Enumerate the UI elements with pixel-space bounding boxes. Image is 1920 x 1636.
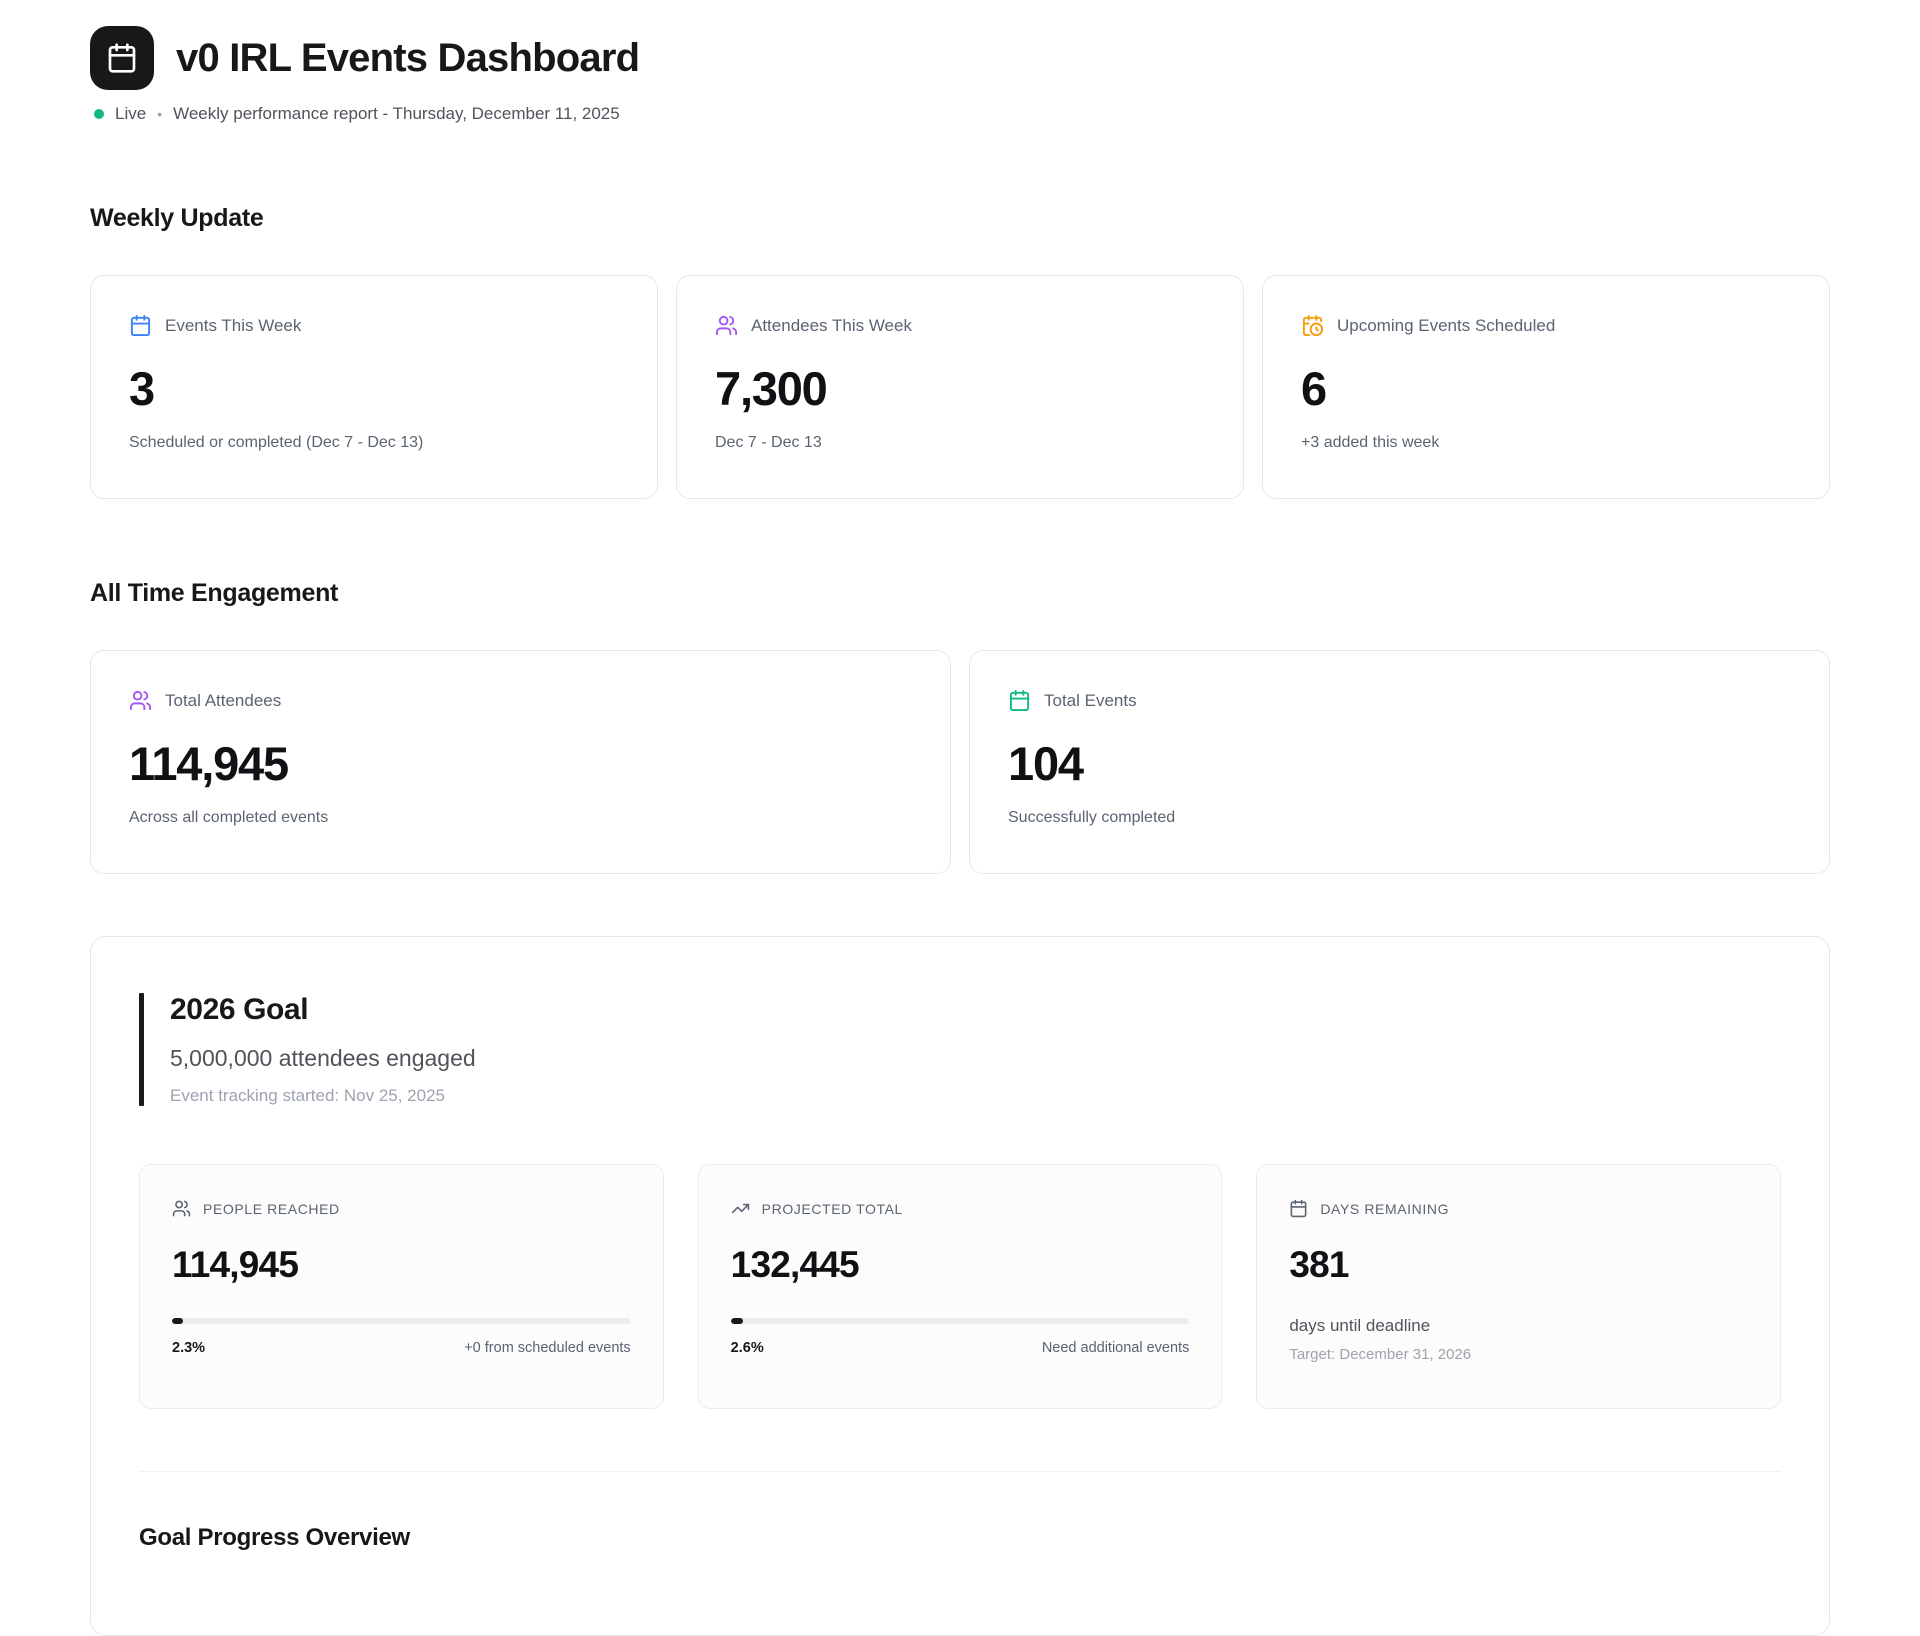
card-value: 114,945 bbox=[129, 736, 912, 791]
goal-stat-label: PROJECTED TOTAL bbox=[762, 1201, 903, 1217]
card-label: Events This Week bbox=[165, 316, 301, 336]
header: v0 IRL Events Dashboard bbox=[90, 26, 1830, 90]
calendar-icon bbox=[129, 314, 152, 337]
card-label-row: Attendees This Week bbox=[715, 314, 1205, 337]
goal-tracking-note: Event tracking started: Nov 25, 2025 bbox=[170, 1086, 476, 1106]
card-value: 104 bbox=[1008, 736, 1791, 791]
card-label-row: Total Attendees bbox=[129, 689, 912, 712]
total-events-card: Total Events 104 Successfully completed bbox=[969, 650, 1830, 874]
calendar-icon bbox=[1008, 689, 1031, 712]
progress-note: +0 from scheduled events bbox=[464, 1340, 630, 1356]
card-label: Upcoming Events Scheduled bbox=[1337, 316, 1555, 336]
card-subtext: Successfully completed bbox=[1008, 809, 1791, 827]
card-value: 7,300 bbox=[715, 361, 1205, 416]
card-subtext: Scheduled or completed (Dec 7 - Dec 13) bbox=[129, 434, 619, 452]
live-indicator-dot bbox=[94, 109, 104, 119]
goal-header-text: 2026 Goal 5,000,000 attendees engaged Ev… bbox=[170, 993, 476, 1106]
progress-bar bbox=[731, 1318, 1190, 1324]
card-subtext: Dec 7 - Dec 13 bbox=[715, 434, 1205, 452]
users-icon bbox=[129, 689, 152, 712]
weekly-update-cards: Events This Week 3 Scheduled or complete… bbox=[90, 275, 1830, 499]
calendar-icon bbox=[106, 42, 138, 74]
users-icon bbox=[172, 1199, 191, 1218]
page-title: v0 IRL Events Dashboard bbox=[176, 36, 639, 81]
card-value: 6 bbox=[1301, 361, 1791, 416]
deadline-subtext: days until deadline bbox=[1289, 1316, 1748, 1336]
goal-stat-label: PEOPLE REACHED bbox=[203, 1201, 340, 1217]
progress-bar-fill bbox=[172, 1318, 183, 1324]
progress-percent: 2.6% bbox=[731, 1340, 764, 1356]
goal-stat-label-row: PEOPLE REACHED bbox=[172, 1199, 631, 1218]
card-label: Total Attendees bbox=[165, 691, 281, 711]
card-label-row: Events This Week bbox=[129, 314, 619, 337]
goal-title: 2026 Goal bbox=[170, 993, 476, 1027]
status-row: Live • Weekly performance report - Thurs… bbox=[90, 104, 1830, 124]
attendees-this-week-card: Attendees This Week 7,300 Dec 7 - Dec 13 bbox=[676, 275, 1244, 499]
goal-stat-label-row: DAYS REMAINING bbox=[1289, 1199, 1748, 1218]
days-remaining-card: DAYS REMAINING 381 days until deadline T… bbox=[1256, 1164, 1781, 1409]
goal-card: 2026 Goal 5,000,000 attendees engaged Ev… bbox=[90, 936, 1830, 1636]
all-time-heading: All Time Engagement bbox=[90, 579, 1830, 608]
progress-note: Need additional events bbox=[1042, 1340, 1190, 1356]
upcoming-events-card: Upcoming Events Scheduled 6 +3 added thi… bbox=[1262, 275, 1830, 499]
card-label: Attendees This Week bbox=[751, 316, 912, 336]
separator-dot: • bbox=[157, 106, 162, 122]
users-icon bbox=[715, 314, 738, 337]
card-label: Total Events bbox=[1044, 691, 1137, 711]
trending-up-icon bbox=[731, 1199, 750, 1218]
dashboard-page: v0 IRL Events Dashboard Live • Weekly pe… bbox=[0, 0, 1920, 1636]
calendar-clock-icon bbox=[1301, 314, 1324, 337]
goal-stat-label-row: PROJECTED TOTAL bbox=[731, 1199, 1190, 1218]
goal-stat-footer: 2.3% +0 from scheduled events bbox=[172, 1340, 631, 1356]
calendar-icon bbox=[1289, 1199, 1308, 1218]
card-subtext: +3 added this week bbox=[1301, 434, 1791, 452]
card-label-row: Total Events bbox=[1008, 689, 1791, 712]
live-label: Live bbox=[115, 104, 146, 124]
projected-total-card: PROJECTED TOTAL 132,445 2.6% Need additi… bbox=[698, 1164, 1223, 1409]
goal-stats-row: PEOPLE REACHED 114,945 2.3% +0 from sche… bbox=[139, 1164, 1781, 1409]
card-value: 3 bbox=[129, 361, 619, 416]
goal-stat-value: 114,945 bbox=[172, 1244, 631, 1286]
goal-stat-label: DAYS REMAINING bbox=[1320, 1201, 1449, 1217]
card-label-row: Upcoming Events Scheduled bbox=[1301, 314, 1791, 337]
card-subtext: Across all completed events bbox=[129, 809, 912, 827]
goal-stat-footer: 2.6% Need additional events bbox=[731, 1340, 1190, 1356]
weekly-update-heading: Weekly Update bbox=[90, 204, 1830, 233]
all-time-cards: Total Attendees 114,945 Across all compl… bbox=[90, 650, 1830, 874]
goal-stat-value: 132,445 bbox=[731, 1244, 1190, 1286]
report-subtitle: Weekly performance report - Thursday, De… bbox=[173, 104, 620, 124]
goal-stat-value: 381 bbox=[1289, 1244, 1748, 1286]
total-attendees-card: Total Attendees 114,945 Across all compl… bbox=[90, 650, 951, 874]
goal-progress-heading: Goal Progress Overview bbox=[139, 1524, 1781, 1552]
progress-bar bbox=[172, 1318, 631, 1324]
progress-percent: 2.3% bbox=[172, 1340, 205, 1356]
progress-bar-fill bbox=[731, 1318, 743, 1324]
app-logo bbox=[90, 26, 154, 90]
goal-accent-bar bbox=[139, 993, 144, 1106]
events-this-week-card: Events This Week 3 Scheduled or complete… bbox=[90, 275, 658, 499]
goal-divider bbox=[139, 1471, 1781, 1472]
people-reached-card: PEOPLE REACHED 114,945 2.3% +0 from sche… bbox=[139, 1164, 664, 1409]
goal-header: 2026 Goal 5,000,000 attendees engaged Ev… bbox=[139, 993, 1781, 1106]
goal-subtitle: 5,000,000 attendees engaged bbox=[170, 1045, 476, 1072]
deadline-target: Target: December 31, 2026 bbox=[1289, 1346, 1748, 1363]
